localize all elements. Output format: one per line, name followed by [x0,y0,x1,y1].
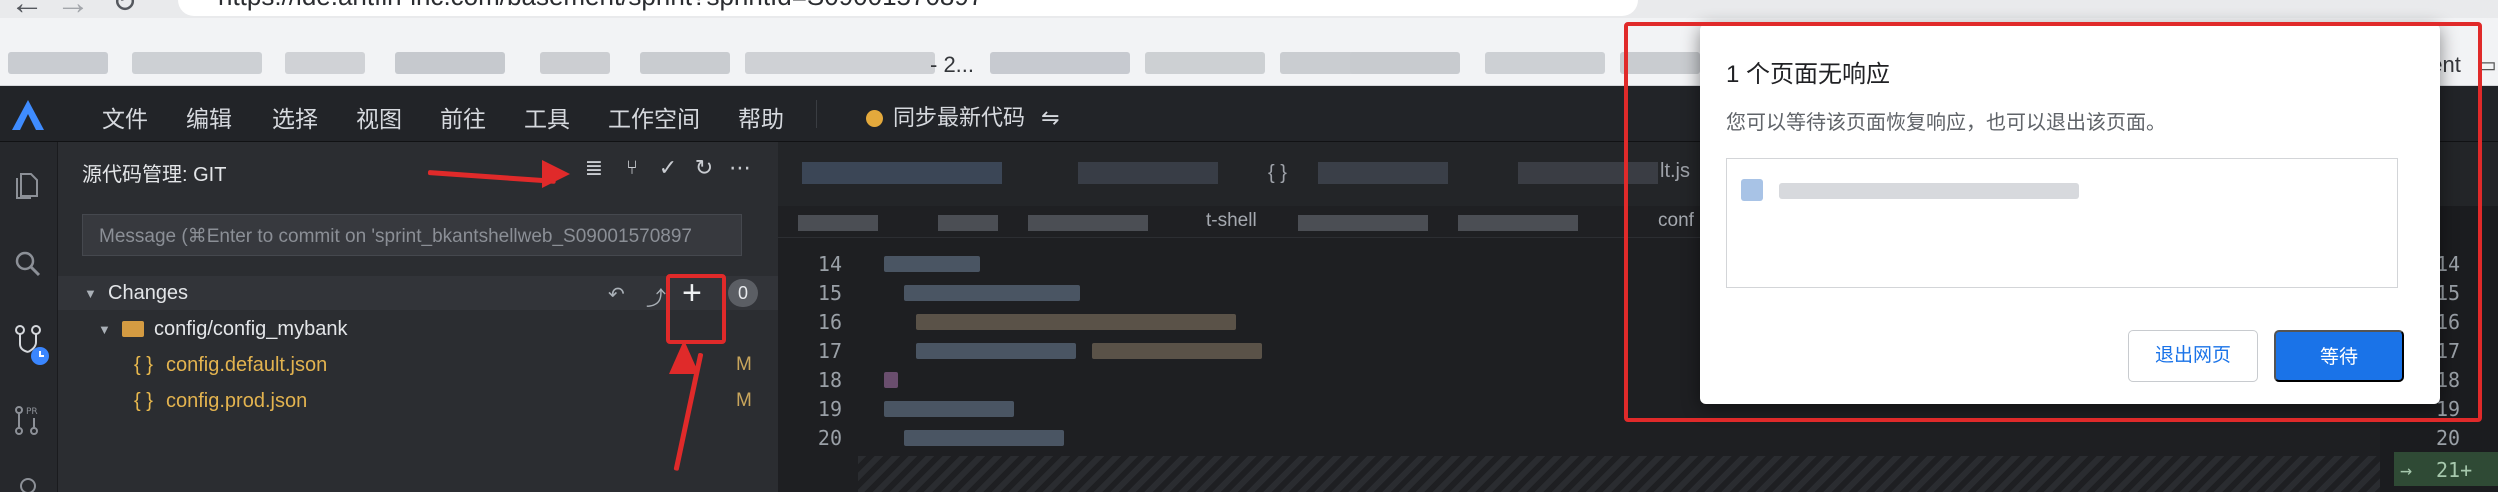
explorer-files-icon[interactable] [12,170,44,202]
more-actions-icon[interactable]: ⋯ [728,156,752,180]
menu-tools[interactable]: 工具 [524,100,570,134]
commit-message-placeholder: Message (⌘Enter to commit on 'sprint_bka… [99,226,692,247]
svg-text:PR: PR [26,407,38,417]
view-as-list-icon[interactable]: ≣ [582,156,606,180]
line-number: 20 [2436,426,2461,450]
line-number: 17 [817,339,842,363]
back-arrow-icon[interactable]: ← [10,0,44,18]
menu-edit[interactable]: 编辑 [186,100,232,134]
annotation-box-stage-button [666,274,726,344]
code-line-redacted [916,343,1076,359]
bookmark-item[interactable] [540,52,610,74]
bookmark-item[interactable] [745,52,935,74]
changes-label: Changes [108,282,189,304]
menu-divider [816,100,817,128]
menu-select[interactable]: 选择 [272,100,318,134]
code-line-redacted [884,372,898,388]
search-icon[interactable] [12,248,44,280]
bookmark-item[interactable] [1350,52,1460,74]
arrow-head-icon [669,340,699,374]
modified-status: M [736,354,752,375]
account-icon[interactable] [12,474,44,492]
bookmark-item[interactable] [1280,52,1360,74]
bookmark-label[interactable]: - 2... [930,52,974,78]
sync-swap-icon: ⇋ [1041,105,1060,130]
url-text: https://ide.antfin-inc.com/basement/spri… [218,0,983,12]
ide-logo-icon [12,100,44,130]
breadcrumb-item-partial[interactable]: t-shell [1206,210,1257,232]
chevron-down-icon[interactable]: ▼ [98,322,111,337]
code-line-redacted [916,314,1236,330]
branch-compare-icon[interactable]: ⑂ [620,156,644,180]
arrow-head-icon [542,160,570,188]
pull-request-icon[interactable]: PR [12,404,44,436]
menu-help[interactable]: 帮助 [738,100,784,134]
json-file-icon: { } [134,354,153,376]
line-number-gutter: 14 15 16 17 18 19 20 [778,238,858,492]
line-number: 19 [817,397,842,421]
bookmark-item[interactable] [395,52,505,74]
bookmark-item[interactable] [990,52,1130,74]
annotation-box-dialog [1624,22,2482,422]
file-name: config.prod.json [166,390,308,412]
json-file-icon: { } [1268,162,1287,184]
line-number: 15 [817,281,842,305]
code-line-redacted [884,256,980,272]
open-changes-icon[interactable]: ⤴ [646,282,666,311]
editor-tab[interactable] [1078,162,1218,184]
commit-message-input[interactable]: Message (⌘Enter to commit on 'sprint_bka… [82,214,742,256]
editor-tab[interactable] [1318,162,1448,184]
editor-tab[interactable] [802,162,1002,184]
bookmark-item[interactable] [285,52,365,74]
code-line-redacted [1092,343,1262,359]
menu-file[interactable]: 文件 [102,100,148,134]
bookmark-item[interactable] [8,52,108,74]
folder-icon [122,321,144,337]
forward-arrow-icon[interactable]: → [56,0,90,18]
source-control-icon[interactable] [12,324,52,368]
changed-file-row[interactable]: { } config.prod.json M [58,384,778,418]
bookmark-item[interactable] [132,52,262,74]
breadcrumb-item[interactable] [1458,215,1578,231]
panel-title: 源代码管理: GIT [82,164,227,186]
line-number: 21+ [2436,458,2473,482]
line-number: 20 [817,426,842,450]
code-line-redacted [884,401,1014,417]
file-name: config.default.json [166,354,328,376]
diff-empty-region [858,456,2380,492]
menu-workspace[interactable]: 工作空间 [608,100,700,134]
menu-go[interactable]: 前往 [440,100,486,134]
sync-label: 同步最新代码 [893,105,1026,130]
line-number: 14 [817,252,842,276]
chevron-down-icon[interactable]: ▼ [84,286,97,301]
address-bar[interactable]: https://ide.antfin-inc.com/basement/spri… [178,0,1638,16]
json-file-icon: { } [134,390,153,412]
breadcrumb-item[interactable] [1028,215,1148,231]
breadcrumb-item[interactable] [938,215,998,231]
sync-latest-code-button[interactable]: 同步最新代码 ⇋ [866,100,1060,132]
browser-toolbar: ← → ↻ https://ide.antfin-inc.com/basemen… [0,0,2498,18]
reload-icon[interactable]: ↻ [112,0,137,18]
line-number: 16 [817,310,842,334]
discard-all-icon[interactable]: ↶ [608,282,625,307]
folder-name: config/config_mybank [154,318,348,340]
bookmark-item[interactable] [640,52,730,74]
code-line-redacted [904,430,1064,446]
warning-dot-icon [866,110,883,127]
commit-check-icon[interactable]: ✓ [656,156,680,180]
activity-bar: PR [0,142,58,492]
bookmark-item[interactable] [1485,52,1605,74]
menu-view[interactable]: 视图 [356,100,402,134]
refresh-icon[interactable]: ↻ [692,156,716,180]
breadcrumb-item[interactable] [798,215,878,231]
changes-count-badge: 0 [728,279,758,307]
bookmark-item[interactable] [1145,52,1265,74]
code-line-redacted [904,285,1080,301]
arrow-right-icon: → [2400,458,2413,482]
line-number: 18 [817,368,842,392]
breadcrumb-item[interactable] [1298,215,1428,231]
modified-status: M [736,390,752,411]
